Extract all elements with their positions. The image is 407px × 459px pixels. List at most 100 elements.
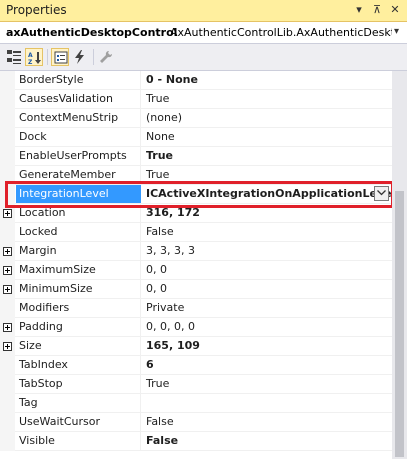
property-name[interactable]: Location [16, 204, 141, 222]
property-value[interactable]: 3, 3, 3, 3 [142, 242, 392, 260]
chevron-down-icon[interactable]: ▾ [394, 26, 399, 37]
object-type: AxAuthenticControlLib.AxAuthenticDeskto [170, 26, 392, 39]
property-row[interactable]: UseWaitCursor False [0, 413, 392, 432]
svg-text:A: A [28, 52, 33, 59]
row-margin [0, 394, 15, 413]
property-name[interactable]: Margin [16, 242, 141, 260]
expand-icon[interactable] [3, 285, 12, 294]
chevron-down-icon [377, 190, 386, 196]
property-name[interactable]: Tag [16, 394, 141, 412]
property-name[interactable]: UseWaitCursor [16, 413, 141, 431]
property-row[interactable]: Size 165, 109 [0, 337, 392, 356]
expand-icon[interactable] [3, 266, 12, 275]
property-row[interactable]: Locked False [0, 223, 392, 242]
property-value[interactable]: False [142, 223, 392, 241]
property-value[interactable]: True [142, 147, 392, 165]
property-row[interactable]: BorderStyle 0 - None [0, 71, 392, 90]
property-value[interactable]: Private [142, 299, 392, 317]
property-name[interactable]: BorderStyle [16, 71, 141, 89]
categorized-button[interactable] [5, 48, 23, 66]
window-position-icon[interactable]: ▾ [352, 3, 366, 17]
property-name[interactable]: Locked [16, 223, 141, 241]
property-row[interactable]: CausesValidation True [0, 90, 392, 109]
scrollbar-thumb[interactable] [395, 191, 404, 457]
property-row[interactable]: Dock None [0, 128, 392, 147]
alphabetical-button[interactable]: A Z [25, 48, 43, 66]
row-margin [0, 204, 15, 223]
expand-icon[interactable] [3, 247, 12, 256]
row-margin [0, 413, 15, 432]
auto-hide-pin-icon[interactable]: ⊼ [370, 3, 384, 17]
row-margin [0, 280, 15, 299]
row-margin [0, 71, 15, 90]
property-value[interactable]: None [142, 128, 392, 146]
row-margin [0, 299, 15, 318]
expand-icon[interactable] [3, 342, 12, 351]
property-row[interactable]: EnableUserPrompts True [0, 147, 392, 166]
row-margin [0, 356, 15, 375]
property-value[interactable]: 165, 109 [142, 337, 392, 355]
property-value[interactable] [142, 394, 392, 412]
value-dropdown-button[interactable] [374, 186, 389, 201]
close-icon[interactable]: ✕ [388, 3, 402, 17]
property-value[interactable]: 6 [142, 356, 392, 374]
property-grid: BorderStyle 0 - None CausesValidation True C… [0, 71, 392, 459]
vertical-scrollbar[interactable] [392, 71, 407, 459]
properties-button[interactable] [51, 48, 69, 66]
property-row[interactable]: Visible False [0, 432, 392, 451]
property-value[interactable]: False [142, 413, 392, 431]
property-value[interactable]: 0, 0 [142, 280, 392, 298]
property-value[interactable]: 0 - None [142, 71, 392, 89]
property-name[interactable]: Modifiers [16, 299, 141, 317]
property-name[interactable]: GenerateMember [16, 166, 141, 184]
object-name: axAuthenticDesktopControl [6, 26, 178, 39]
property-row[interactable]: MinimumSize 0, 0 [0, 280, 392, 299]
property-row[interactable]: Location 316, 172 [0, 204, 392, 223]
property-row[interactable]: Margin 3, 3, 3, 3 [0, 242, 392, 261]
property-name[interactable]: CausesValidation [16, 90, 141, 108]
property-name[interactable]: Size [16, 337, 141, 355]
property-name[interactable]: Padding [16, 318, 141, 336]
property-name[interactable]: ContextMenuStrip [16, 109, 141, 127]
property-name[interactable]: IntegrationLevel [16, 185, 141, 203]
row-margin [0, 318, 15, 337]
property-row[interactable]: MaximumSize 0, 0 [0, 261, 392, 280]
property-row[interactable]: GenerateMember True [0, 166, 392, 185]
expand-icon[interactable] [3, 209, 12, 218]
svg-text:Z: Z [28, 59, 33, 65]
property-value[interactable]: 0, 0 [142, 261, 392, 279]
property-name[interactable]: EnableUserPrompts [16, 147, 141, 165]
row-margin [0, 185, 15, 204]
properties-icon [54, 51, 68, 64]
property-row[interactable]: TabStop True [0, 375, 392, 394]
property-name[interactable]: TabIndex [16, 356, 141, 374]
events-icon [75, 50, 84, 64]
property-pages-button[interactable] [97, 48, 115, 66]
property-value[interactable]: True [142, 166, 392, 184]
property-row[interactable]: ContextMenuStrip (none) [0, 109, 392, 128]
categorized-icon [7, 50, 21, 64]
row-margin [0, 128, 15, 147]
expand-icon[interactable] [3, 323, 12, 332]
property-name[interactable]: MinimumSize [16, 280, 141, 298]
events-button[interactable] [71, 48, 89, 66]
row-margin [0, 337, 15, 356]
property-row[interactable]: Tag [0, 394, 392, 413]
property-value[interactable]: 316, 172 [142, 204, 392, 222]
property-value[interactable]: ICActiveXIntegrationOnApplicationLevel [142, 185, 392, 203]
row-margin [0, 147, 15, 166]
property-name[interactable]: TabStop [16, 375, 141, 393]
property-value[interactable]: 0, 0, 0, 0 [142, 318, 392, 336]
property-value[interactable]: True [142, 375, 392, 393]
property-row[interactable]: Modifiers Private [0, 299, 392, 318]
property-value[interactable]: False [142, 432, 392, 450]
property-name[interactable]: Visible [16, 432, 141, 450]
object-selector[interactable]: axAuthenticDesktopControl AxAuthenticCon… [0, 22, 407, 44]
property-row[interactable]: Padding 0, 0, 0, 0 [0, 318, 392, 337]
property-row[interactable]: TabIndex 6 [0, 356, 392, 375]
property-value[interactable]: True [142, 90, 392, 108]
property-name[interactable]: Dock [16, 128, 141, 146]
property-name[interactable]: MaximumSize [16, 261, 141, 279]
property-value[interactable]: (none) [142, 109, 392, 127]
property-row[interactable]: IntegrationLevel ICActiveXIntegrationOnAp… [0, 185, 392, 204]
